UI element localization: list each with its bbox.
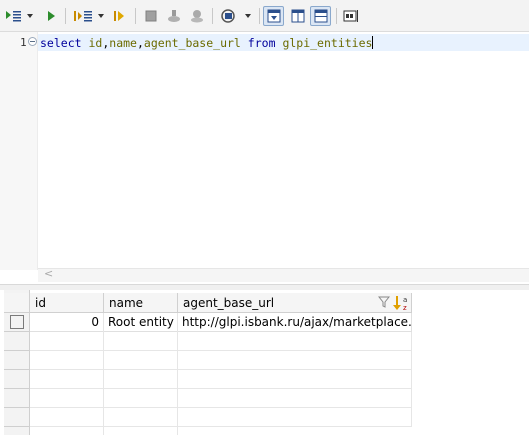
sql-token: id [88, 36, 103, 50]
sql-token: select [40, 36, 82, 50]
transaction-icon [221, 9, 251, 23]
execute-statement-button[interactable] [4, 6, 34, 26]
commit-button[interactable] [165, 6, 183, 26]
toolbar-separator [135, 8, 136, 24]
toolbar-separator [212, 8, 213, 24]
empty-row [30, 389, 412, 408]
stop-icon [145, 10, 157, 22]
line-number: 1 [20, 36, 27, 49]
sql-token: from [247, 36, 276, 50]
sort-az-icon[interactable]: a z [393, 295, 411, 311]
row-header-current[interactable] [4, 313, 30, 332]
step-icon [114, 11, 124, 21]
sql-code-line[interactable]: select id,name,agent_base_url from glpi_… [40, 36, 374, 50]
transaction-mode-button[interactable] [219, 6, 255, 26]
cell-agent-base-url[interactable]: http://glpi.isbank.ru/ajax/marketplace.p… [178, 313, 412, 332]
row-header[interactable] [4, 370, 30, 389]
cell-name[interactable]: Root entity [104, 313, 178, 332]
cell-id[interactable]: 0 [30, 313, 104, 332]
sql-token: agent_base_url [143, 36, 241, 50]
results-grid: id name agent_base_url a z 0 Root entity… [0, 290, 529, 435]
commit-icon [168, 10, 180, 22]
row-header[interactable] [4, 389, 30, 408]
rollback-icon [191, 10, 203, 23]
layout-horizontal-icon [291, 9, 304, 23]
text-caret [372, 36, 374, 49]
svg-text:z: z [403, 304, 407, 311]
step-over-button[interactable] [110, 6, 128, 26]
empty-row [30, 408, 412, 427]
column-gridline [177, 313, 178, 435]
line-gutter [0, 32, 38, 270]
script-run-icon [74, 11, 104, 22]
row-header[interactable] [4, 332, 30, 351]
stop-button[interactable] [142, 6, 160, 26]
filter-icon[interactable] [378, 296, 390, 308]
toolbar-separator [259, 8, 260, 24]
scroll-left-arrow-icon[interactable]: < [44, 267, 53, 280]
column-header-agent-base-url[interactable]: agent_base_url [178, 293, 412, 313]
row-header[interactable] [4, 408, 30, 427]
column-gridline [103, 313, 104, 435]
format-text-icon [343, 10, 358, 22]
play-icon [48, 11, 55, 21]
column-header-id[interactable]: id [30, 293, 104, 313]
sql-editor[interactable]: 1 select id,name,agent_base_url from glp… [0, 32, 529, 282]
grid-corner-header[interactable] [4, 293, 30, 313]
execute-statement-icon [6, 11, 33, 22]
row-header[interactable] [4, 351, 30, 370]
toolbar [0, 0, 529, 32]
sql-token: name [109, 36, 137, 50]
column-header-name[interactable]: name [104, 293, 178, 313]
layout-split-toggle[interactable] [310, 6, 331, 26]
empty-row [30, 370, 412, 389]
toolbar-separator [65, 8, 66, 24]
execute-script-menu-button[interactable] [72, 6, 108, 26]
sql-token: glpi_entities [282, 36, 373, 50]
empty-row [30, 351, 412, 370]
layout-horizontal-toggle[interactable] [287, 6, 308, 26]
format-sql-button[interactable] [342, 6, 360, 26]
editor-horizontal-scrollbar[interactable]: < [38, 267, 529, 282]
execute-script-button[interactable] [44, 6, 58, 26]
svg-text:a: a [403, 296, 407, 304]
layout-vertical-icon [267, 9, 280, 23]
empty-row [30, 332, 412, 351]
toolbar-separator [336, 8, 337, 24]
rollback-button[interactable] [188, 6, 206, 26]
layout-split-icon [314, 9, 327, 23]
fold-collapse-icon[interactable] [28, 37, 37, 46]
layout-vertical-toggle[interactable] [263, 6, 284, 26]
sql-token: , [136, 36, 144, 50]
